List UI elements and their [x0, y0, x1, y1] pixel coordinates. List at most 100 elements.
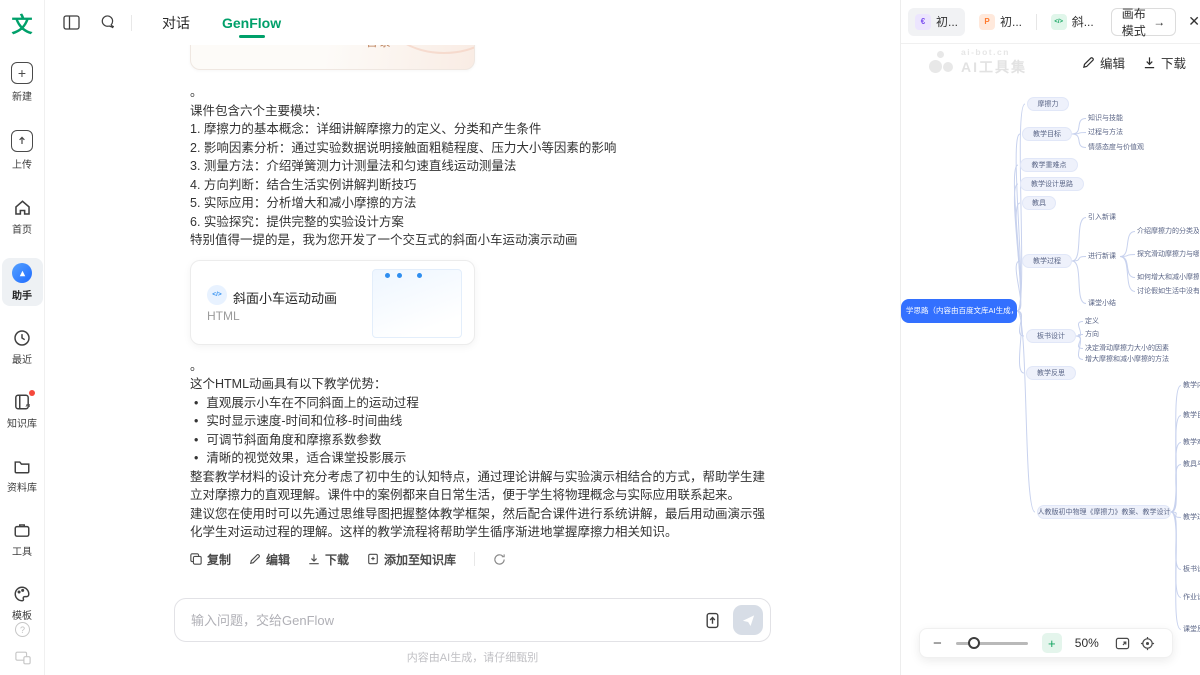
- zoom-out-button[interactable]: −: [933, 635, 942, 652]
- mindmap-node[interactable]: 引入新课: [1088, 213, 1120, 222]
- close-panel-icon[interactable]: ✕: [1188, 13, 1200, 30]
- sidebar-item-library[interactable]: 资料库: [2, 452, 43, 498]
- panel-tab-html[interactable]: </> 斜...: [1044, 8, 1101, 36]
- download-button[interactable]: 下载: [308, 551, 349, 568]
- tab-chat[interactable]: 对话: [160, 0, 192, 46]
- zoom-level: 50%: [1075, 636, 1105, 650]
- mindmap-canvas[interactable]: 学思路（内容由百度文库AI生成，仅 摩擦力教学目标 知识与技能过程与方法情感态度与价…: [901, 0, 1200, 675]
- mindmap-node[interactable]: 教学设计思路: [1020, 177, 1084, 191]
- knowledge-base-icon: AI: [13, 393, 31, 411]
- sidebar-item-tools[interactable]: 工具: [2, 516, 43, 562]
- mindmap-node[interactable]: 教学重难点: [1020, 158, 1078, 172]
- sidebar-item-upload[interactable]: 上传: [2, 125, 43, 175]
- mindmap-node[interactable]: 教学内容: [1183, 381, 1200, 390]
- send-button[interactable]: [733, 605, 763, 635]
- download-icon: [308, 553, 320, 565]
- slide-caption: 目录: [366, 45, 392, 50]
- mindmap-node[interactable]: 板书设计: [1183, 565, 1200, 574]
- mindmap-node[interactable]: 教学难点: [1183, 438, 1200, 447]
- panel-toggle-icon[interactable]: [63, 15, 80, 30]
- sidebar-item-knowledge-base[interactable]: AI 知识库: [2, 388, 43, 434]
- mindmap-node[interactable]: 教具: [1022, 196, 1056, 210]
- mindmap-node[interactable]: 教学过程: [1022, 254, 1072, 268]
- mindmap-node[interactable]: 板书设计: [1026, 329, 1076, 343]
- zoom-slider-knob[interactable]: [968, 637, 980, 649]
- mindmap-node[interactable]: 介绍摩擦力的分类及滑动摩擦力: [1137, 227, 1199, 236]
- mindmap-node[interactable]: 教学目标: [1183, 411, 1200, 420]
- attach-file-icon[interactable]: [704, 612, 721, 629]
- zoom-slider[interactable]: [956, 642, 1028, 645]
- zoom-in-button[interactable]: +: [1042, 633, 1062, 653]
- watermark: ai-bot.cn AI工具集: [929, 47, 1027, 77]
- mindmap-node[interactable]: 摩擦力: [1027, 97, 1069, 111]
- html-artifact-card[interactable]: </> 斜面小车运动动画 HTML: [190, 260, 475, 345]
- assistant-icon: [12, 263, 32, 283]
- mindmap-node[interactable]: 作业设计: [1183, 593, 1200, 602]
- panel-tab-ppt[interactable]: P 初...: [972, 8, 1029, 36]
- panel-edit-button[interactable]: 编辑: [1082, 53, 1125, 72]
- copy-button[interactable]: 复制: [190, 551, 231, 568]
- chat-input[interactable]: [191, 613, 704, 628]
- mindmap-node[interactable]: 学思路（内容由百度文库AI生成，仅: [901, 299, 1017, 323]
- divider: [131, 15, 132, 31]
- advantage-item: 可调节斜面角度和摩擦系数参数: [190, 431, 771, 450]
- mindmap-node[interactable]: 决定滑动摩擦力大小的因素: [1085, 344, 1171, 353]
- mindmap-node[interactable]: 人教版初中物理《摩擦力》教案、教学设计: [1037, 505, 1171, 519]
- artifact-thumbnail: [372, 269, 462, 338]
- help-icon[interactable]: ?: [15, 622, 30, 637]
- divider: [474, 552, 475, 566]
- module-item: 5. 实际应用：分析增大和减小摩擦的方法: [190, 194, 771, 213]
- tab-genflow[interactable]: GenFlow: [220, 2, 283, 44]
- fit-screen-icon[interactable]: [1115, 636, 1130, 651]
- mindmap-node[interactable]: 增大摩擦和减小摩擦的方法: [1085, 355, 1171, 364]
- artifact-type: HTML: [207, 309, 240, 323]
- mindmap-node[interactable]: 过程与方法: [1088, 128, 1128, 137]
- chat-input-box: [174, 598, 771, 642]
- devices-icon[interactable]: [15, 651, 31, 665]
- home-icon: [13, 198, 32, 217]
- sidebar-item-new[interactable]: + 新建: [2, 57, 43, 107]
- advantage-item: 清晰的视觉效果，适合课堂投影展示: [190, 449, 771, 468]
- sidebar-item-home[interactable]: 首页: [2, 193, 43, 240]
- locate-center-icon[interactable]: [1140, 636, 1155, 651]
- advantage-item: 实时显示速度-时间和位移-时间曲线: [190, 412, 771, 431]
- sidebar: 文 + 新建 上传 首页 助手 最近 AI: [0, 0, 45, 675]
- edit-icon: [249, 553, 261, 565]
- panel-tab-mindmap[interactable]: € 初...: [908, 8, 965, 36]
- mindmap-node[interactable]: 进行新课: [1088, 252, 1120, 261]
- module-item: 4. 方向判断：结合生活实例讲解判断技巧: [190, 176, 771, 195]
- canvas-mode-button[interactable]: 画布模式 →: [1111, 8, 1177, 36]
- sidebar-item-templates[interactable]: 模板: [2, 580, 43, 626]
- panel-download-button[interactable]: 下载: [1143, 53, 1186, 72]
- mindmap-node[interactable]: 定义: [1085, 317, 1101, 326]
- add-kb-icon: [367, 553, 379, 565]
- mindmap-node[interactable]: 知识与技能: [1088, 114, 1128, 123]
- chat-scroll-area[interactable]: 目录 。 课件包含六个主要模块： 1. 摩擦力的基本概念：详细讲解摩擦力的定义、…: [45, 45, 900, 587]
- mindmap-node[interactable]: 教学反思: [1026, 366, 1076, 380]
- mindmap-node[interactable]: 教学过程: [1183, 513, 1200, 522]
- mindmap-node[interactable]: 教学目标: [1022, 127, 1072, 141]
- sidebar-item-recent[interactable]: 最近: [2, 324, 43, 370]
- refresh-icon: [493, 553, 506, 566]
- mindmap-node[interactable]: 教具与学具: [1183, 460, 1200, 469]
- download-icon: [1143, 56, 1156, 69]
- edit-icon: [1082, 56, 1095, 69]
- slide-preview-image[interactable]: 目录: [190, 45, 475, 70]
- mindmap-node[interactable]: 探究滑动摩擦力与哪些因素有关: [1137, 250, 1199, 259]
- add-to-knowledge-base-button[interactable]: 添加至知识库: [367, 551, 456, 568]
- slide-decoration: [384, 45, 475, 54]
- sidebar-item-assistant[interactable]: 助手: [2, 258, 43, 306]
- wenku-logo[interactable]: 文: [12, 9, 33, 39]
- mindmap-node[interactable]: 课堂小结: [1088, 299, 1120, 308]
- clock-icon: [13, 329, 31, 347]
- new-chat-icon[interactable]: [98, 15, 115, 30]
- mindmap-node[interactable]: 课堂反思: [1183, 625, 1200, 634]
- mindmap-node[interactable]: 如何增大和减小摩擦: [1137, 273, 1199, 282]
- palette-icon: [13, 585, 31, 603]
- mindmap-node[interactable]: 方向: [1085, 330, 1101, 339]
- edit-button[interactable]: 编辑: [249, 551, 290, 568]
- regenerate-button[interactable]: [493, 553, 506, 566]
- mindmap-node[interactable]: 情感态度与价值观: [1088, 143, 1148, 152]
- sidebar-footer: ?: [0, 622, 45, 665]
- mindmap-node[interactable]: 讨论假如生活中没有摩擦力: [1137, 287, 1199, 296]
